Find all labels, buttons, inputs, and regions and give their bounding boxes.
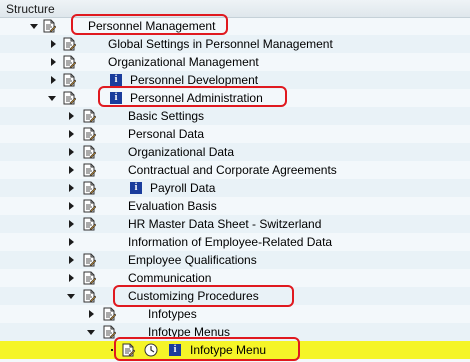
- tree-node-label: Payroll Data: [150, 181, 216, 195]
- tree-node-label: Employee Qualifications: [128, 253, 257, 267]
- collapse-arrow-icon[interactable]: [30, 24, 38, 29]
- tree-node-organizational-management[interactable]: Organizational Management: [0, 53, 470, 71]
- expand-arrow-icon[interactable]: [51, 58, 56, 66]
- document-icon: [63, 91, 76, 105]
- document-icon: [83, 145, 96, 159]
- tree-node-label: Basic Settings: [128, 109, 205, 123]
- tree-node-communication[interactable]: Communication: [0, 269, 470, 287]
- document-icon: [83, 181, 96, 195]
- tree-node-personnel-development[interactable]: i Personnel Development: [0, 71, 470, 89]
- tree-node-label: Infotype Menu: [190, 343, 267, 357]
- tree-node-personal-data[interactable]: Personal Data: [0, 125, 470, 143]
- tree-node-payroll-data[interactable]: i Payroll Data: [0, 179, 470, 197]
- tree-node-infotypes[interactable]: Infotypes: [0, 305, 470, 323]
- document-icon: [63, 73, 76, 87]
- expand-arrow-icon[interactable]: [69, 130, 74, 138]
- document-icon: [63, 37, 76, 51]
- structure-header: Structure: [0, 0, 470, 18]
- document-icon: [83, 253, 96, 267]
- tree-node-basic-settings[interactable]: Basic Settings: [0, 107, 470, 125]
- collapse-arrow-icon[interactable]: [48, 96, 56, 101]
- tree-node-label: Evaluation Basis: [128, 199, 217, 213]
- tree-node-organizational-data[interactable]: Organizational Data: [0, 143, 470, 161]
- document-icon: [83, 109, 96, 123]
- info-icon: i: [110, 74, 122, 86]
- tree-node-label: Infotypes: [148, 307, 197, 321]
- tree-node-information-employee-data[interactable]: Information of Employee-Related Data: [0, 233, 470, 251]
- structure-title: Structure: [6, 2, 55, 16]
- document-icon: [43, 19, 56, 33]
- info-icon: i: [130, 182, 142, 194]
- tree-node-infotype-menu[interactable]: i Infotype Menu: [0, 341, 470, 359]
- expand-arrow-icon[interactable]: [51, 76, 56, 84]
- tree-node-hr-master-data-sheet[interactable]: HR Master Data Sheet - Switzerland: [0, 215, 470, 233]
- tree-node-label: Customizing Procedures: [128, 289, 259, 303]
- expand-arrow-icon[interactable]: [69, 112, 74, 120]
- document-icon: [83, 199, 96, 213]
- tree-node-label: Information of Employee-Related Data: [128, 235, 333, 249]
- expand-arrow-icon[interactable]: [69, 220, 74, 228]
- tree-node-global-settings[interactable]: Global Settings in Personnel Management: [0, 35, 470, 53]
- tree-node-personnel-management[interactable]: Personnel Management: [0, 17, 470, 35]
- expand-arrow-icon[interactable]: [69, 166, 74, 174]
- tree-node-personnel-administration[interactable]: i Personnel Administration: [0, 89, 470, 107]
- tree-node-label: Personnel Development: [130, 73, 259, 87]
- document-icon: [103, 307, 116, 321]
- tree-node-label: Communication: [128, 271, 212, 285]
- expand-arrow-icon[interactable]: [69, 256, 74, 264]
- expand-arrow-icon[interactable]: [89, 310, 94, 318]
- tree-node-label: Organizational Management: [108, 55, 259, 69]
- tree-node-label: Contractual and Corporate Agreements: [128, 163, 337, 177]
- document-icon: [103, 325, 116, 339]
- expand-arrow-icon[interactable]: [69, 274, 74, 282]
- expand-arrow-icon[interactable]: [69, 148, 74, 156]
- expand-arrow-icon[interactable]: [69, 184, 74, 192]
- tree-node-label: Personnel Administration: [130, 91, 263, 105]
- document-icon: [83, 271, 96, 285]
- collapse-arrow-icon[interactable]: [87, 330, 95, 335]
- document-icon: [83, 163, 96, 177]
- tree-node-evaluation-basis[interactable]: Evaluation Basis: [0, 197, 470, 215]
- tree-node-label: Infotype Menus: [148, 325, 231, 339]
- tree-node-contractual-agreements[interactable]: Contractual and Corporate Agreements: [0, 161, 470, 179]
- tree-node-label: Global Settings in Personnel Management: [108, 37, 333, 51]
- info-icon: i: [169, 344, 181, 356]
- expand-arrow-icon[interactable]: [69, 238, 74, 246]
- expand-arrow-icon[interactable]: [69, 202, 74, 210]
- document-icon: [83, 127, 96, 141]
- collapse-arrow-icon[interactable]: [67, 294, 75, 299]
- execute-clock-icon[interactable]: [144, 343, 158, 357]
- tree-node-customizing-procedures[interactable]: Customizing Procedures: [0, 287, 470, 305]
- expand-arrow-icon[interactable]: [51, 40, 56, 48]
- document-icon: [122, 343, 135, 357]
- tree-node-label: Personnel Management: [88, 19, 216, 33]
- tree-node-employee-qualifications[interactable]: Employee Qualifications: [0, 251, 470, 269]
- document-icon: [63, 55, 76, 69]
- document-icon: [83, 217, 96, 231]
- tree-node-label: Organizational Data: [128, 145, 235, 159]
- tree-node-label: HR Master Data Sheet - Switzerland: [128, 217, 322, 231]
- document-icon: [83, 289, 96, 303]
- tree-node-infotype-menus[interactable]: Infotype Menus: [0, 323, 470, 341]
- tree-node-label: Personal Data: [128, 127, 205, 141]
- info-icon: i: [110, 92, 122, 104]
- leaf-dot-icon: [111, 349, 113, 351]
